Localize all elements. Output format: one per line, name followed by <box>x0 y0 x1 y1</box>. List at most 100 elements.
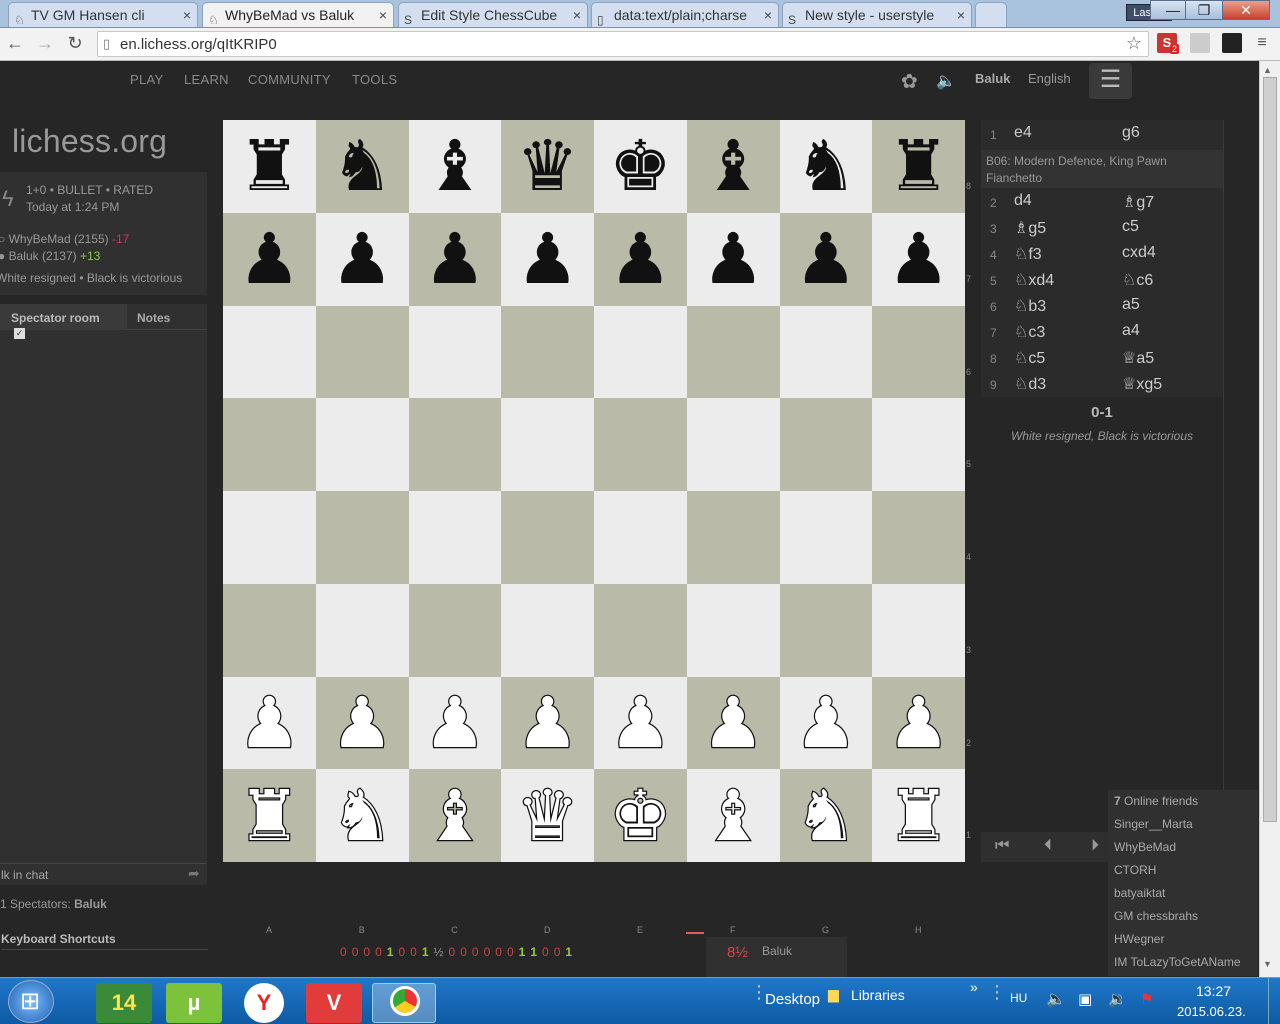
white-bishop-icon[interactable]: ♝ <box>700 779 765 852</box>
white-rook-icon[interactable]: ♜ <box>237 779 302 852</box>
scroll-down-icon[interactable]: ▼ <box>1263 959 1272 969</box>
move-white[interactable]: ♘xd4 <box>1014 270 1054 290</box>
crosstable-result[interactable]: 1 <box>519 945 529 959</box>
move-white[interactable]: e4 <box>1014 124 1032 142</box>
taskbar-app-14[interactable]: 14 <box>96 983 152 1023</box>
taskbar-libraries[interactable]: Libraries <box>851 987 905 1003</box>
language-indicator[interactable]: HU <box>1010 991 1027 1005</box>
crosstable-result[interactable]: 0 <box>460 945 470 959</box>
square-h7[interactable]: ♟ <box>872 212 965 306</box>
first-move-icon[interactable]: ⏮ <box>995 837 1009 855</box>
square-b7[interactable]: ♟ <box>315 212 409 306</box>
white-knight-icon[interactable]: ♞ <box>793 779 858 852</box>
clock-time[interactable]: 13:27 <box>1196 983 1231 999</box>
square-c7[interactable]: ♟ <box>408 212 502 306</box>
palette-icon[interactable]: ✿ <box>901 69 918 94</box>
back-icon[interactable]: ← <box>4 32 26 54</box>
crosstable-result[interactable]: 1 <box>565 945 575 959</box>
crosstable-result[interactable]: 0 <box>410 945 420 959</box>
network-icon[interactable]: ▣ <box>1078 990 1092 1008</box>
language-select[interactable]: English <box>1028 71 1071 86</box>
square-d8[interactable]: ♛ <box>501 120 594 213</box>
white-pawn-icon[interactable]: ♟ <box>329 687 394 760</box>
move-white[interactable]: ♘b3 <box>1014 296 1046 316</box>
square-d7[interactable]: ♟ <box>501 212 594 306</box>
square-d2[interactable]: ♟ <box>501 676 594 770</box>
toolbar-expand-icon[interactable]: » <box>970 979 978 995</box>
close-tab-icon[interactable]: × <box>573 3 581 27</box>
square-h1[interactable]: ♜ <box>872 769 965 862</box>
move-white[interactable]: ♘f3 <box>1014 244 1042 264</box>
square-f3[interactable] <box>686 583 780 677</box>
square-h6[interactable] <box>872 305 965 399</box>
crosstable-result[interactable]: 0 <box>449 945 459 959</box>
menu-icon[interactable]: ≡ <box>1252 33 1272 53</box>
move-black[interactable]: cxd4 <box>1122 244 1156 262</box>
black-pawn-icon[interactable]: ♟ <box>887 224 950 294</box>
square-f1[interactable]: ♝ <box>686 769 780 862</box>
square-b3[interactable] <box>315 583 409 677</box>
black-pawn-icon[interactable]: ♟ <box>423 224 486 294</box>
scroll-thumb[interactable] <box>1263 77 1277 822</box>
square-f2[interactable]: ♟ <box>686 676 780 770</box>
crosstable-result[interactable]: 1 <box>422 945 432 959</box>
nav-play[interactable]: PLAY <box>130 72 163 87</box>
square-e2[interactable]: ♟ <box>594 676 687 770</box>
square-g5[interactable] <box>779 398 873 491</box>
tab-notes[interactable]: Notes <box>129 304 181 330</box>
nav-learn[interactable]: LEARN <box>184 72 229 87</box>
forward-icon[interactable]: → <box>34 32 56 54</box>
move-white[interactable]: ♘c3 <box>1014 322 1045 342</box>
move-black[interactable]: a5 <box>1122 296 1140 314</box>
crosstable-result[interactable]: 0 <box>554 945 564 959</box>
next-move-icon[interactable]: ⏵ <box>1091 837 1099 855</box>
square-c6[interactable] <box>408 305 502 399</box>
white-king-icon[interactable]: ♚ <box>608 779 673 852</box>
taskbar-desktop[interactable]: Desktop <box>765 991 820 1008</box>
square-f4[interactable] <box>686 491 780 584</box>
square-b6[interactable] <box>315 305 409 399</box>
square-g7[interactable]: ♟ <box>779 212 873 306</box>
square-a6[interactable] <box>223 305 316 399</box>
move-white[interactable]: ♘c5 <box>1014 348 1045 368</box>
square-e3[interactable] <box>594 583 687 677</box>
white-pawn-icon[interactable]: ♟ <box>515 687 580 760</box>
square-b1[interactable]: ♞ <box>315 769 409 862</box>
square-h4[interactable] <box>872 491 965 584</box>
white-pawn-icon[interactable]: ♟ <box>886 687 951 760</box>
black-king-icon[interactable]: ♚ <box>609 131 672 201</box>
tab-4[interactable]: ▯ data:text/plain;charse × <box>591 2 779 27</box>
square-g1[interactable]: ♞ <box>779 769 873 862</box>
crosstable-result[interactable]: 0 <box>507 945 517 959</box>
site-logo[interactable]: lichess.org <box>12 123 167 160</box>
black-rook-icon[interactable]: ♜ <box>238 131 301 201</box>
black-pawn-icon[interactable]: ♟ <box>794 224 857 294</box>
tab-3[interactable]: S Edit Style ChessCube × <box>398 2 588 27</box>
crosstable-result[interactable]: 0 <box>542 945 552 959</box>
address-bar[interactable]: ▯ en.lichess.org/qItKRIP0 ☆ <box>97 31 1149 57</box>
friend-item[interactable]: IM ToLazyToGetAName <box>1114 955 1241 969</box>
hamburger-menu-icon[interactable]: ☰ <box>1089 63 1132 99</box>
black-queen-icon[interactable]: ♛ <box>516 131 579 201</box>
speaker-warning-icon[interactable]: 🔈 <box>1046 989 1066 1009</box>
square-e8[interactable]: ♚ <box>594 120 687 213</box>
square-e7[interactable]: ♟ <box>594 212 687 306</box>
new-tab-button[interactable] <box>975 2 1007 27</box>
black-pawn-icon[interactable]: ♟ <box>702 224 765 294</box>
reload-icon[interactable]: ↻ <box>64 32 86 54</box>
crosstable-result[interactable]: ½ <box>434 945 447 959</box>
tab-1[interactable]: ♘ TV GM Hansen cli × <box>8 2 198 27</box>
friend-item[interactable]: WhyBeMad <box>1114 840 1176 854</box>
extension-icon[interactable] <box>1190 33 1210 53</box>
user-menu[interactable]: Baluk <box>975 71 1010 86</box>
crosstable-result[interactable]: 0 <box>398 945 408 959</box>
move-white[interactable]: d4 <box>1014 192 1032 210</box>
white-rook-icon[interactable]: ♜ <box>886 779 951 852</box>
crosstable-result[interactable]: 1 <box>387 945 397 959</box>
tab-spectator-room[interactable]: Spectator room ✓ <box>0 304 127 339</box>
vivaldi-icon[interactable]: V <box>306 983 362 1023</box>
white-player-row[interactable]: ○ WhyBeMad (2155) -17 <box>0 232 129 246</box>
move-white[interactable]: ♗g5 <box>1014 218 1046 238</box>
crosstable-result[interactable]: 0 <box>484 945 494 959</box>
square-a4[interactable] <box>223 491 316 584</box>
